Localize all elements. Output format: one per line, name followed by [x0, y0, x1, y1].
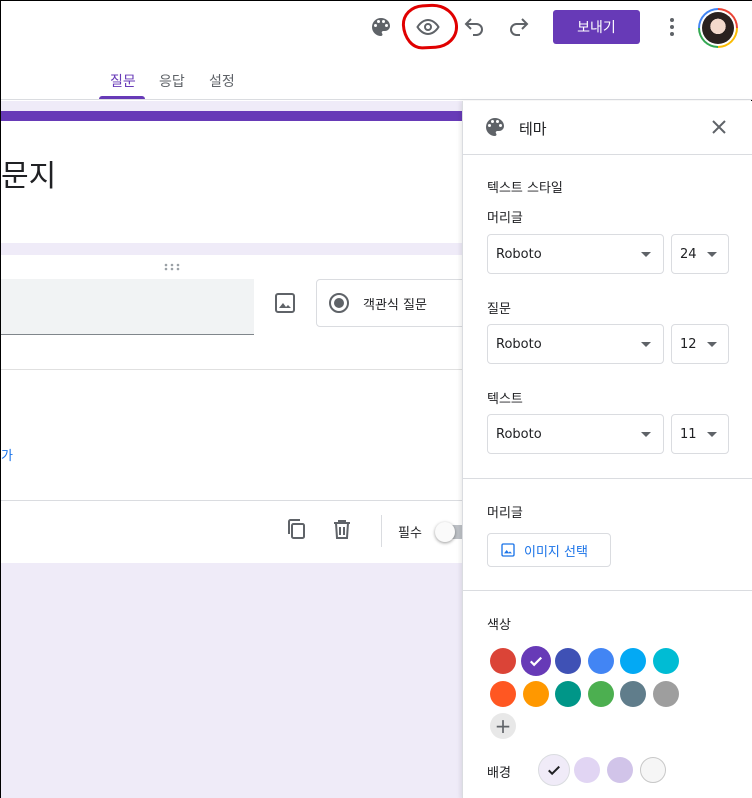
copy-icon[interactable] [284, 517, 308, 541]
tab-responses[interactable]: 응답 [159, 71, 185, 91]
add-custom-color-button[interactable]: + [490, 713, 516, 739]
theme-panel-header: 테마 [463, 101, 752, 155]
check-icon [548, 765, 560, 776]
header-font-select[interactable]: Roboto [487, 234, 664, 274]
question-font-value: Roboto [496, 337, 542, 352]
color-swatch[interactable] [520, 646, 551, 676]
chevron-down-icon [641, 342, 651, 347]
image-icon [501, 543, 515, 557]
color-swatch[interactable] [522, 681, 549, 707]
more-vert-icon[interactable] [656, 11, 688, 43]
palette-icon [486, 118, 504, 136]
divider [1, 369, 463, 370]
check-icon [529, 656, 542, 667]
question-font-select[interactable]: Roboto [487, 324, 664, 364]
form-title[interactable]: 문지 [1, 151, 56, 195]
tab-questions[interactable]: 질문 [110, 71, 136, 91]
top-app-bar: 보내기 [1, 1, 752, 53]
theme-panel: 테마 텍스트 스타일 머리글 Roboto 24 질문 Roboto 12 텍스… [462, 101, 752, 798]
header-font-value: Roboto [496, 247, 542, 262]
red-annotation-circle [400, 2, 460, 51]
divider [463, 478, 752, 479]
color-swatch[interactable] [587, 648, 614, 674]
color-swatch[interactable] [555, 681, 582, 707]
form-title-card[interactable]: 문지 [1, 111, 463, 243]
divider [1, 500, 463, 501]
drag-handle-icon[interactable] [164, 263, 180, 271]
chevron-down-icon [641, 432, 651, 437]
background-swatch[interactable] [574, 757, 600, 783]
avatar-photo [702, 12, 734, 44]
background-swatch[interactable] [538, 754, 570, 786]
background-label: 배경 [487, 766, 511, 781]
chevron-down-icon [641, 252, 651, 257]
background-swatch[interactable] [640, 757, 666, 783]
text-size-value: 11 [680, 427, 697, 442]
tab-bar: 질문 응답 설정 [1, 53, 752, 100]
question-font-label: 질문 [487, 302, 511, 317]
active-tab-indicator [99, 96, 145, 99]
send-button[interactable]: 보내기 [553, 10, 640, 44]
question-type-select[interactable]: 객관식 질문 [316, 279, 476, 327]
redo-icon[interactable] [503, 11, 535, 43]
text-font-value: Roboto [496, 427, 542, 442]
text-size-select[interactable]: 11 [671, 414, 729, 454]
required-toggle-knob[interactable] [435, 522, 455, 542]
add-image-icon[interactable] [273, 291, 297, 315]
avatar[interactable] [698, 8, 738, 48]
text-font-select[interactable]: Roboto [487, 414, 664, 454]
color-swatch[interactable] [653, 681, 679, 707]
color-swatch[interactable] [653, 648, 679, 674]
color-swatch[interactable] [555, 648, 582, 674]
close-icon[interactable] [707, 115, 731, 139]
header-font-label: 머리글 [487, 211, 523, 226]
color-swatch[interactable] [620, 681, 647, 707]
question-size-select[interactable]: 12 [671, 324, 729, 364]
header-size-value: 24 [680, 247, 697, 262]
choose-image-label: 이미지 선택 [524, 544, 588, 560]
color-swatch[interactable] [490, 681, 516, 707]
header-size-select[interactable]: 24 [671, 234, 729, 274]
color-swatch[interactable] [490, 648, 516, 674]
chevron-down-icon [707, 432, 717, 437]
palette-icon[interactable] [365, 11, 397, 43]
add-option-link[interactable]: 가 [1, 445, 13, 464]
question-card[interactable]: 객관식 질문 가 필수 [1, 255, 476, 563]
form-editor: 문지 객관식 질문 가 필수 [1, 101, 476, 798]
divider [381, 515, 382, 547]
question-size-value: 12 [680, 337, 697, 352]
background-swatch[interactable] [607, 757, 633, 783]
radio-button-icon [329, 293, 349, 313]
question-type-label: 객관식 질문 [363, 297, 427, 313]
plus-icon: + [494, 714, 512, 738]
color-swatch[interactable] [587, 681, 614, 707]
question-title-input[interactable] [1, 279, 254, 335]
color-label: 색상 [487, 618, 511, 633]
text-style-heading: 텍스트 스타일 [487, 181, 563, 196]
chevron-down-icon [707, 252, 717, 257]
header-image-label: 머리글 [487, 506, 523, 521]
theme-panel-title: 테마 [519, 120, 547, 138]
delete-icon[interactable] [330, 517, 354, 541]
choose-image-button[interactable]: 이미지 선택 [487, 533, 611, 567]
color-swatch[interactable] [620, 648, 647, 674]
undo-icon[interactable] [458, 11, 490, 43]
divider [463, 590, 752, 591]
chevron-down-icon [707, 342, 717, 347]
required-label: 필수 [398, 526, 422, 541]
tab-settings[interactable]: 설정 [209, 71, 235, 91]
text-font-label: 텍스트 [487, 392, 523, 407]
